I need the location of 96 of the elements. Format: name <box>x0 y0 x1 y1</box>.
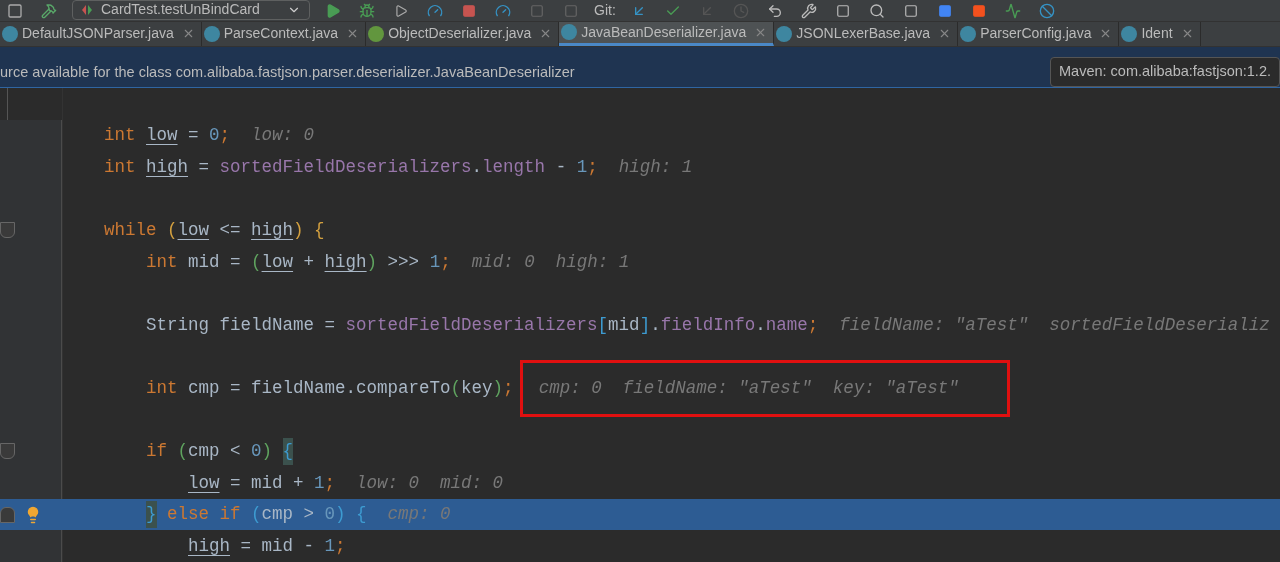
code-token: cmp < <box>188 440 242 464</box>
fold-start-icon[interactable] <box>0 443 15 460</box>
editor-tab[interactable]: ParseContext.java <box>201 22 367 46</box>
code-token: ( <box>251 503 262 527</box>
editor-tab[interactable]: ParserConfig.java <box>958 22 1120 46</box>
code-token: name <box>765 313 808 337</box>
code-token: ; <box>807 313 819 337</box>
code-token: low <box>146 124 178 148</box>
code-token: else if <box>166 503 242 527</box>
inline-debug-value: low: 0 <box>251 124 315 148</box>
code-token: ; <box>587 155 598 179</box>
code-token: key <box>461 377 493 401</box>
code-token: sortedFieldDeserializers <box>345 313 598 337</box>
class-icon <box>776 25 793 42</box>
code-token: mid <box>608 313 640 337</box>
code-token: if <box>146 440 168 464</box>
code-token: { <box>313 219 325 243</box>
code-token: int <box>104 155 137 179</box>
inline-debug-value: cmp: 0 <box>387 503 451 527</box>
code-token: 0 <box>251 440 262 464</box>
code-token: . <box>755 313 766 337</box>
class-icon <box>1121 25 1138 42</box>
editor-tab[interactable]: DefaultJSONParser.java <box>0 22 202 46</box>
code-token: = mid - <box>239 535 316 559</box>
code-token: = <box>197 155 211 179</box>
code-token: low <box>261 250 294 274</box>
code-token: 0 <box>324 503 336 527</box>
class-icon <box>2 25 18 42</box>
class-icon <box>960 25 977 42</box>
inline-debug-value: fieldName: "aTest" sortedFieldDeserializ <box>839 313 1270 337</box>
class-icon <box>561 24 578 41</box>
code-token: String fieldName = <box>146 313 337 337</box>
code-token: . <box>650 313 661 337</box>
code-token: ; <box>219 124 231 148</box>
git-label: Git: <box>594 1 616 20</box>
code-token: ] <box>639 313 651 337</box>
run-config-dropdown[interactable]: CardTest.testUnBindCard <box>72 0 310 20</box>
inline-debug-value: mid: 0 high: 1 <box>471 250 630 274</box>
interface-icon <box>368 25 385 42</box>
inline-debug-value: low: 0 mid: 0 <box>356 471 504 495</box>
code-token: ; <box>503 377 514 401</box>
code-token: mid = <box>188 250 242 274</box>
code-token: int <box>104 124 137 148</box>
inline-debug-value: high: 1 <box>618 155 693 179</box>
code-token: ) <box>293 219 304 243</box>
code-token: cmp > <box>261 503 316 527</box>
code-token: high <box>251 219 294 243</box>
code-token: ( <box>167 219 178 243</box>
code-token: high <box>146 155 189 179</box>
config-icon <box>81 3 93 16</box>
code-token: 1 <box>429 250 441 274</box>
code-token: ; <box>335 535 346 559</box>
code-token: 1 <box>576 155 588 179</box>
code-token: ) <box>261 440 274 464</box>
banner-message: urce available for the class com.alibaba.fastjson.parser.deserializer.JavaBeanDeserializer <box>0 62 575 82</box>
code-token: - <box>554 155 568 179</box>
code-token: high <box>324 250 367 274</box>
code-token: . <box>471 155 483 179</box>
code-token: while <box>104 219 158 243</box>
inline-debug-value: cmp: 0 fieldName: "aTest" key: "aTest" <box>538 377 959 401</box>
code-token: 0 <box>209 124 220 148</box>
code-token: fieldInfo <box>660 313 756 337</box>
code-token: <= <box>218 219 242 243</box>
code-token: int <box>146 377 179 401</box>
class-icon <box>203 25 220 42</box>
editor-tab[interactable]: JSONLexerBase.java <box>774 22 959 46</box>
code-token: low <box>188 471 220 495</box>
code-token: ( <box>177 440 189 464</box>
code-token: ) <box>335 503 346 527</box>
code-token: ) <box>492 377 504 401</box>
code-token: ( <box>450 377 462 401</box>
code-token: { <box>282 438 294 465</box>
code-token: >>> <box>386 250 421 274</box>
code-token: int <box>146 250 179 274</box>
code-token: ( <box>251 250 262 274</box>
code-token: length <box>482 155 546 179</box>
fold-start-icon[interactable] <box>0 222 15 239</box>
code-token: } <box>146 501 157 528</box>
code-token: = <box>187 124 200 148</box>
editor-tab[interactable]: JavaBeanDeserializer.java <box>559 22 775 46</box>
editor-tab[interactable]: Ident <box>1119 22 1201 46</box>
code-token: 1 <box>314 471 325 495</box>
code-token: cmp = fieldName.compareTo <box>188 377 451 401</box>
code-token: + <box>302 250 316 274</box>
code-token: ) <box>366 250 378 274</box>
code-token: = mid + <box>229 471 305 495</box>
code-token: low <box>177 219 210 243</box>
library-label: Maven: com.alibaba:fastjson:1.2. <box>1050 56 1280 87</box>
code-token: { <box>355 503 367 527</box>
fold-end-icon[interactable] <box>0 506 15 523</box>
code-token: 1 <box>324 535 336 559</box>
code-token: high <box>188 535 230 559</box>
code-token: ; <box>324 471 336 495</box>
code-token: ; <box>440 250 451 274</box>
code-token: [ <box>597 313 609 337</box>
code-token: sortedFieldDeserializers <box>219 155 472 179</box>
